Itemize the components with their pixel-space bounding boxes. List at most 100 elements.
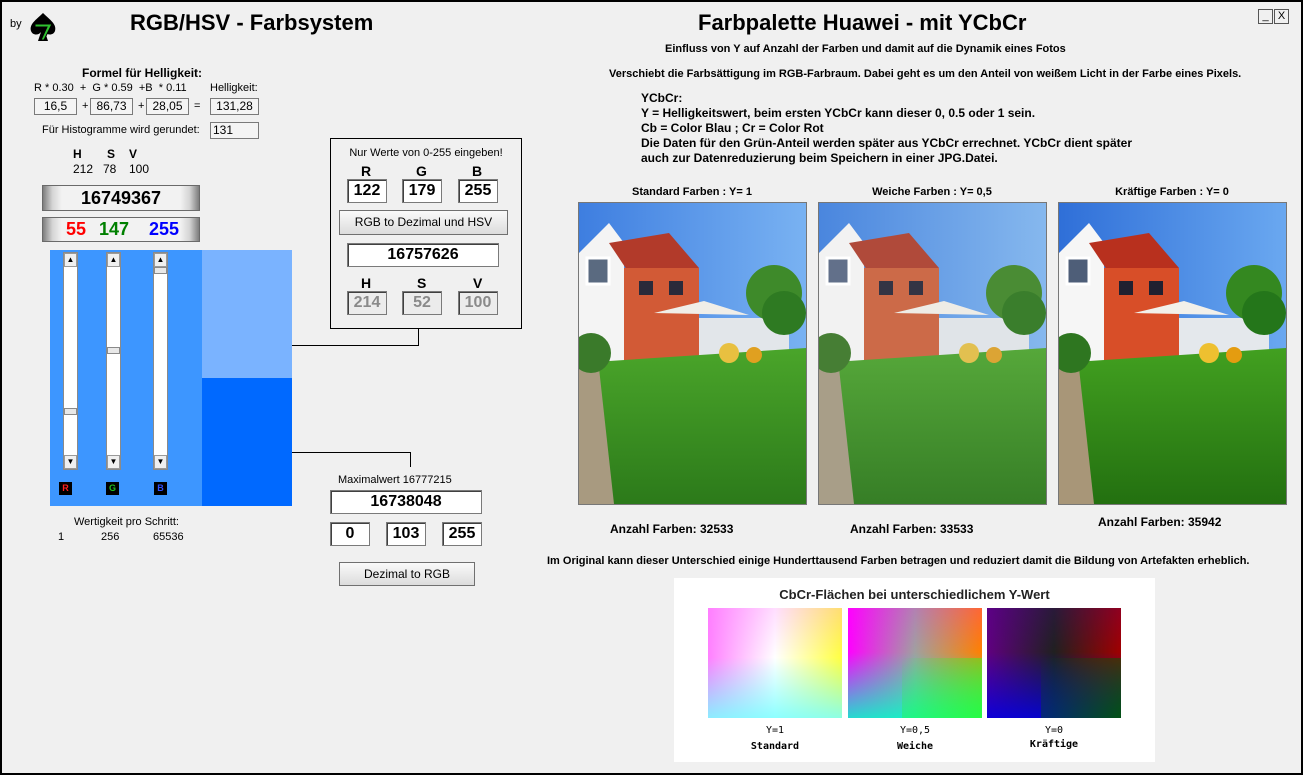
h-result-field: 214 (347, 291, 387, 315)
ycbcr-line: Die Daten für den Grün-Anteil werden spä… (641, 136, 1132, 150)
left-title: RGB/HSV - Farbsystem (130, 10, 374, 35)
logo-icon (30, 13, 56, 41)
cbcr-y-label: Y=1 (765, 725, 785, 736)
photo-caption-kraeftige: Kräftige Farben : Y= 0 (1115, 186, 1229, 198)
rounded-label: Für Histogramme wird gerundet: (42, 124, 200, 136)
b-input-label: B (472, 163, 483, 179)
plus-sign: + (138, 100, 145, 112)
wertigkeit-g: 256 (101, 531, 120, 543)
s-label: S (107, 147, 116, 161)
right-title: Farbpalette Huawei - mit YCbCr (698, 10, 1027, 35)
g-output-field: 103 (386, 522, 426, 546)
color-count-kraeftige: Anzahl Farben: 35942 (1098, 515, 1222, 529)
b-output-field: 255 (442, 522, 482, 546)
v-value: 100 (129, 162, 150, 176)
scroll-up-icon[interactable]: ▲ (64, 253, 77, 267)
rgb-to-dezimal-button[interactable]: RGB to Dezimal und HSV (339, 210, 508, 235)
g-weighted-field: 86,73 (90, 98, 133, 115)
photo-caption-weiche: Weiche Farben : Y= 0,5 (872, 186, 992, 198)
photo-kraeftige (1058, 202, 1287, 505)
scroll-down-icon[interactable]: ▼ (107, 455, 120, 469)
h-value: 212 (73, 162, 94, 176)
cbcr-panel-weiche (848, 608, 982, 718)
cbcr-panel-name: Kräftige (1029, 739, 1079, 750)
decimal-input[interactable]: 16738048 (330, 490, 482, 514)
g-input[interactable]: 179 (402, 179, 442, 203)
minimize-button[interactable]: _ (1258, 9, 1273, 24)
original-note: Im Original kann dieser Unterschied eini… (547, 555, 1250, 567)
color-count-weiche: Anzahl Farben: 33533 (850, 522, 974, 536)
g-input-label: G (416, 163, 427, 179)
app-window: by RGB/HSV - Farbsystem Farbpalette Huaw… (0, 0, 1303, 775)
decimal-color-swatch (202, 378, 292, 506)
rgb-display-panel: 55 147 255 (42, 217, 200, 242)
r-output-field: 0 (330, 522, 370, 546)
decimal-display-value: 16749367 (80, 188, 162, 208)
r-input[interactable]: 122 (347, 179, 387, 203)
v-result-field: 100 (458, 291, 498, 315)
g-slider-thumb[interactable] (107, 347, 120, 354)
scroll-up-icon[interactable]: ▲ (107, 253, 120, 267)
max-value-label: Maximalwert 16777215 (338, 474, 452, 486)
rounded-value-field: 131 (210, 122, 259, 139)
s-value: 78 (103, 162, 117, 176)
slider-panel: ▲ ▼ ▲ ▼ ▲ ▼ R G B (50, 250, 202, 506)
connector-line (410, 452, 411, 467)
decimal-display-panel: 16749367 (42, 185, 200, 211)
scroll-up-icon[interactable]: ▲ (154, 253, 167, 267)
r-weighted-field: 16,5 (34, 98, 77, 115)
wertigkeit-b: 65536 (153, 531, 184, 543)
dezimal-to-rgb-button[interactable]: Dezimal to RGB (339, 562, 475, 586)
helligkeit-result-field: 131,28 (210, 98, 259, 115)
b-weighted-field: 28,05 (146, 98, 189, 115)
color-count-standard: Anzahl Farben: 32533 (610, 522, 734, 536)
photo-standard (578, 202, 807, 505)
info-line-1: Einfluss von Y auf Anzahl der Farben und… (665, 43, 1066, 55)
ycbcr-title: YCbCr: (641, 91, 683, 105)
plus-sign: + (82, 100, 89, 112)
rgb-display-r: 55 (66, 219, 87, 239)
r-input-label: R (361, 163, 372, 179)
b-slider-thumb[interactable] (154, 267, 167, 274)
photo-weiche (818, 202, 1047, 505)
cbcr-y-label: Y=0,5 (899, 725, 931, 736)
wertigkeit-label: Wertigkeit pro Schritt: (74, 516, 179, 528)
cbcr-figure: CbCr-Flächen bei unterschiedlichem Y-Wer… (674, 578, 1155, 762)
scroll-down-icon[interactable]: ▼ (64, 455, 77, 469)
cbcr-panel-name: Standard (750, 741, 800, 752)
formula-heading: Formel für Helligkeit: (82, 66, 203, 80)
h-label: H (73, 147, 82, 161)
close-button[interactable]: X (1274, 9, 1289, 24)
g-channel-badge: G (106, 482, 119, 495)
s-result-label: S (417, 275, 427, 291)
cbcr-panel-name: Weiche (896, 741, 934, 752)
connector-line (292, 345, 419, 346)
by-label: by (10, 18, 22, 30)
cbcr-panel-kraeftige (987, 608, 1121, 718)
decimal-result-field: 16757626 (347, 243, 499, 267)
scroll-down-icon[interactable]: ▼ (154, 455, 167, 469)
rgb-display-b: 255 (149, 219, 180, 239)
helligkeit-label: Helligkeit: (210, 82, 258, 94)
formula-line: R * 0.30 + G * 0.59 +B * 0.11 (34, 82, 187, 94)
converted-color-swatch (202, 250, 292, 378)
input-hint: Nur Werte von 0-255 eingeben! (349, 147, 503, 159)
equals-sign: = (194, 100, 201, 112)
wertigkeit-r: 1 (58, 531, 65, 543)
v-result-label: V (473, 275, 483, 291)
g-slider[interactable]: ▲ ▼ (106, 252, 121, 470)
ycbcr-line: Cb = Color Blau ; Cr = Color Rot (641, 121, 824, 135)
cbcr-title: CbCr-Flächen bei unterschiedlichem Y-Wer… (779, 587, 1050, 602)
s-result-field: 52 (402, 291, 442, 315)
cbcr-y-label: Y=0 (1044, 725, 1064, 736)
r-slider[interactable]: ▲ ▼ (63, 252, 78, 470)
photo-caption-standard: Standard Farben : Y= 1 (632, 186, 752, 198)
cbcr-panel-standard (708, 608, 842, 718)
b-input[interactable]: 255 (458, 179, 498, 203)
info-line-2: Verschiebt die Farbsättigung im RGB-Farb… (609, 68, 1242, 80)
r-slider-thumb[interactable] (64, 408, 77, 415)
v-label: V (129, 147, 138, 161)
b-channel-badge: B (154, 482, 167, 495)
b-slider[interactable]: ▲ ▼ (153, 252, 168, 470)
r-channel-badge: R (59, 482, 72, 495)
